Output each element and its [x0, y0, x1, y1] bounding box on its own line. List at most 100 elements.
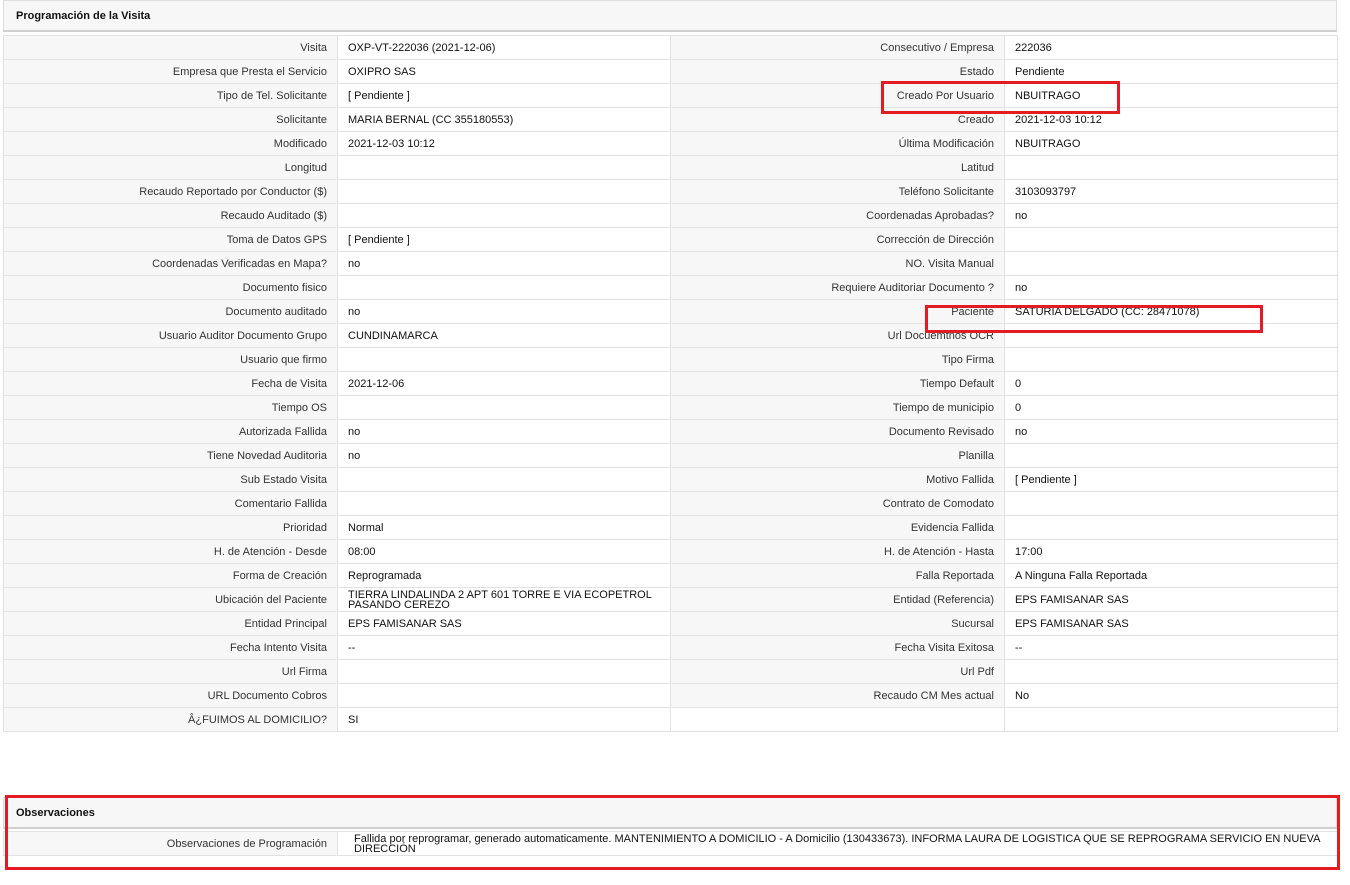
field-value — [337, 347, 671, 372]
field-value: [ Pendiente ] — [337, 227, 671, 252]
field-label: Motivo Fallida — [670, 467, 1005, 492]
field-value: 0 — [1004, 395, 1338, 420]
observaciones-table: Observaciones de Programación Fallida po… — [3, 831, 1338, 856]
field-label: Fecha de Visita — [3, 371, 338, 396]
field-value — [337, 179, 671, 204]
table-row: Modificado 2021-12-03 10:12 Última Modific… — [3, 131, 1338, 156]
empty-cell — [670, 707, 1005, 732]
field-value: OXP-VT-222036 (2021-12-06) — [337, 35, 671, 60]
field-label: URL Documento Cobros — [3, 683, 338, 708]
field-label: Url Firma — [3, 659, 338, 684]
table-row: Entidad Principal EPS FAMISANAR SAS Sucurs… — [3, 611, 1338, 636]
field-value: 3103093797 — [1004, 179, 1338, 204]
field-value — [1004, 491, 1338, 516]
field-label: Latitud — [670, 155, 1005, 180]
field-value — [337, 683, 671, 708]
field-label: Empresa que Presta el Servicio — [3, 59, 338, 84]
field-label: Requiere Auditoriar Documento ? — [670, 275, 1005, 300]
table-row: Usuario que firmo Tipo Firma — [3, 347, 1338, 372]
field-value: Reprogramada — [337, 563, 671, 588]
field-value: 222036 — [1004, 35, 1338, 60]
field-value — [1004, 443, 1338, 468]
field-value: -- — [1004, 635, 1338, 660]
field-value: no — [1004, 275, 1338, 300]
field-label: Corrección de Dirección — [670, 227, 1005, 252]
table-row: Recaudo Reportado por Conductor ($) Teléf… — [3, 179, 1338, 204]
field-label: Forma de Creación — [3, 563, 338, 588]
field-value — [337, 467, 671, 492]
field-value: Normal — [337, 515, 671, 540]
field-label: Recaudo CM Mes actual — [670, 683, 1005, 708]
field-label: Visita — [3, 35, 338, 60]
field-value: no — [337, 419, 671, 444]
field-label: Tiene Novedad Auditoria — [3, 443, 338, 468]
observaciones-value: Fallida por reprogramar, generado automa… — [337, 831, 1338, 856]
field-label: Documento Revisado — [670, 419, 1005, 444]
field-label: Entidad Principal — [3, 611, 338, 636]
field-value — [1004, 251, 1338, 276]
field-value — [337, 155, 671, 180]
field-value — [337, 491, 671, 516]
table-row: Solicitante MARIA BERNAL (CC 355180553) Cr… — [3, 107, 1338, 132]
table-row: Documento auditado no Paciente SATURIA DEL… — [3, 299, 1338, 324]
table-row: Prioridad Normal Evidencia Fallida — [3, 515, 1338, 540]
field-label: H. de Atención - Desde — [3, 539, 338, 564]
field-label: Â¿FUIMOS AL DOMICILIO? — [3, 707, 338, 732]
field-label: Contrato de Comodato — [670, 491, 1005, 516]
field-value — [1004, 227, 1338, 252]
field-label: Solicitante — [3, 107, 338, 132]
table-row: Ubicación del Paciente TIERRA LINDALINDA … — [3, 587, 1338, 612]
table-row: Empresa que Presta el Servicio OXIPRO SAS… — [3, 59, 1338, 84]
table-row: Toma de Datos GPS[ Pendiente ] Corrección… — [3, 227, 1338, 252]
field-value: no — [337, 251, 671, 276]
field-label: Autorizada Fallida — [3, 419, 338, 444]
field-value: no — [1004, 419, 1338, 444]
field-value: OXIPRO SAS — [337, 59, 671, 84]
table-row: Usuario Auditor Documento Grupo CUNDINAMA… — [3, 323, 1338, 348]
programacion-header: Programación de la Visita — [3, 0, 1337, 32]
table-row: Tiene Novedad Auditoria no Planilla — [3, 443, 1338, 468]
field-label: Tiempo Default — [670, 371, 1005, 396]
table-row: Comentario Fallida Contrato de Comodato — [3, 491, 1338, 516]
field-label: Estado — [670, 59, 1005, 84]
table-row: Documento fisico Requiere Auditoriar Docu… — [3, 275, 1338, 300]
field-value: no — [337, 299, 671, 324]
table-row: H. de Atención - Desde 08:00 H. de Atenció… — [3, 539, 1338, 564]
field-value: 2021-12-03 10:12 — [1004, 107, 1338, 132]
table-row: Autorizada Fallida no Documento Revisado … — [3, 419, 1338, 444]
field-label: Coordenadas Aprobadas? — [670, 203, 1005, 228]
field-value — [1004, 155, 1338, 180]
programacion-panel: Programación de la Visita Visita OXP-VT-2… — [3, 0, 1338, 732]
table-row: Url Firma Url Pdf — [3, 659, 1338, 684]
field-value: -- — [337, 635, 671, 660]
field-label: Sub Estado Visita — [3, 467, 338, 492]
table-row: Visita OXP-VT-222036 (2021-12-06) Consecut… — [3, 35, 1338, 60]
field-value: SATURIA DELGADO (CC: 28471078) — [1004, 299, 1338, 324]
table-row: Sub Estado Visita Motivo Fallida[ Pendien… — [3, 467, 1338, 492]
field-value — [1004, 347, 1338, 372]
field-label: Recaudo Auditado ($) — [3, 203, 338, 228]
field-label: Url Pdf — [670, 659, 1005, 684]
field-value: CUNDINAMARCA — [337, 323, 671, 348]
field-label: Tipo de Tel. Solicitante — [3, 83, 338, 108]
field-value: NBUITRAGO — [1004, 131, 1338, 156]
field-value: EPS FAMISANAR SAS — [1004, 611, 1338, 636]
field-value — [337, 275, 671, 300]
field-label: Documento fisico — [3, 275, 338, 300]
field-label: Comentario Fallida — [3, 491, 338, 516]
observaciones-panel: Observaciones Observaciones de Programac… — [3, 797, 1338, 856]
table-row: URL Documento Cobros Recaudo CM Mes actua… — [3, 683, 1338, 708]
field-label: Longitud — [3, 155, 338, 180]
field-label: Fecha Intento Visita — [3, 635, 338, 660]
field-value: no — [337, 443, 671, 468]
field-label: Ubicación del Paciente — [3, 587, 338, 612]
field-label: Usuario Auditor Documento Grupo — [3, 323, 338, 348]
field-value: MARIA BERNAL (CC 355180553) — [337, 107, 671, 132]
field-value — [1004, 515, 1338, 540]
field-label: Documento auditado — [3, 299, 338, 324]
table-row: Longitud Latitud — [3, 155, 1338, 180]
field-value — [1004, 659, 1338, 684]
field-label: Evidencia Fallida — [670, 515, 1005, 540]
field-label: Falla Reportada — [670, 563, 1005, 588]
programacion-rows: Visita OXP-VT-222036 (2021-12-06) Consecut… — [3, 35, 1338, 732]
